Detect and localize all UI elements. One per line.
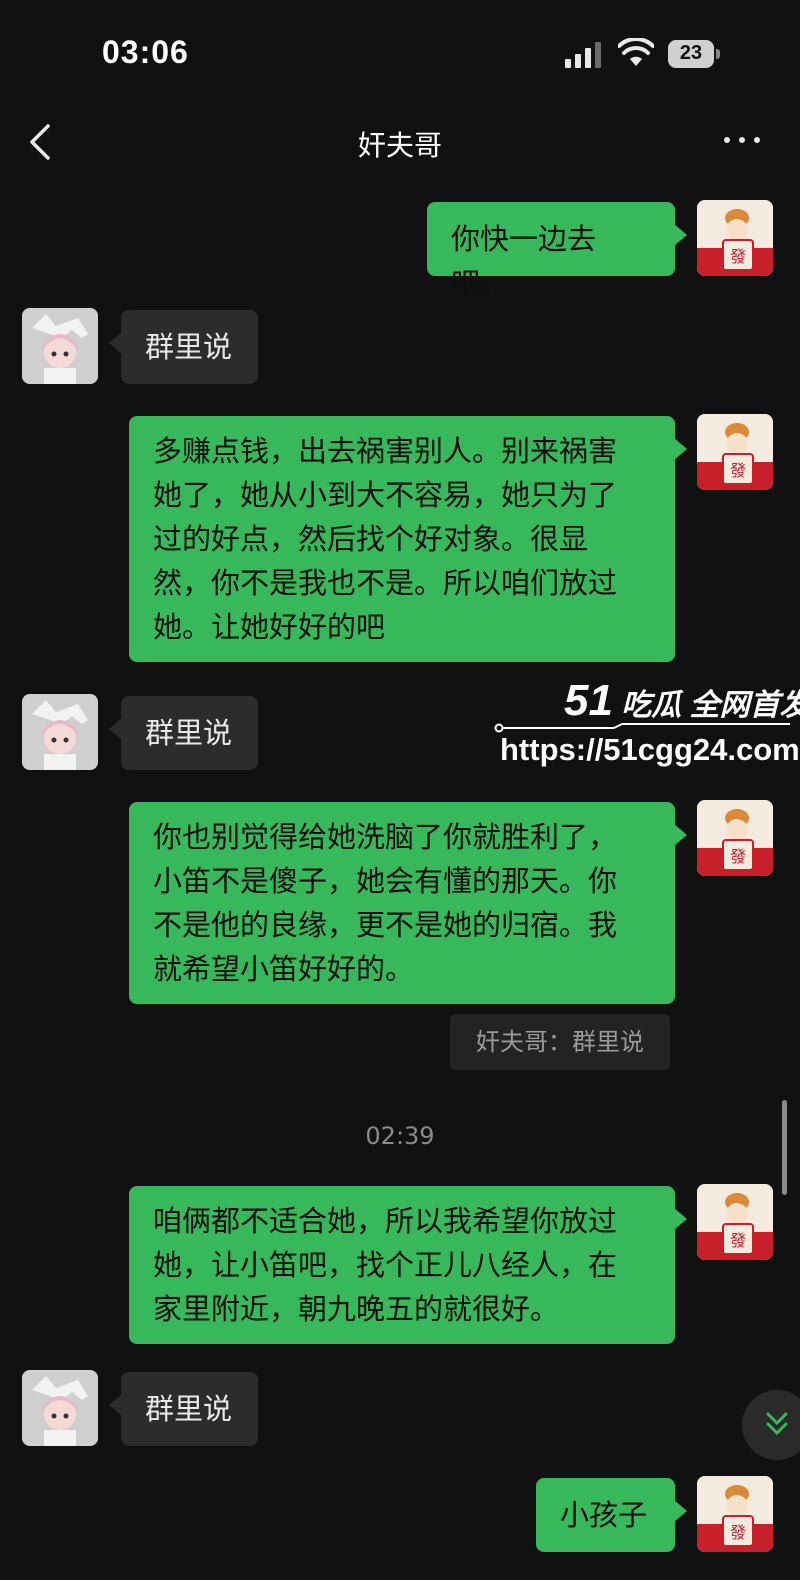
battery-level: 23 (679, 42, 703, 64)
quoted-reply[interactable]: 奸夫哥：群里说 (450, 1014, 670, 1070)
watermark-url: https://51cgg24.com (500, 732, 800, 767)
message-line: 就希望小笛好好的。 (153, 952, 415, 986)
scroll-down-icon (766, 1412, 788, 1436)
contact-avatar[interactable] (22, 308, 98, 384)
contact-avatar-cartoon-icon (22, 1370, 98, 1446)
outgoing-message[interactable]: 你快一边去吧。 (427, 202, 687, 300)
wifi-icon (618, 38, 654, 66)
watermark-brand-number: 51 (564, 676, 613, 725)
message-line: 过的好点，然后找个好对象。很显 (153, 522, 589, 556)
contact-avatar-cartoon-icon (22, 308, 98, 384)
message-line: 她了，她从小到大不容易，她只为了 (153, 478, 618, 512)
user-avatar-fortune-icon: 發 (697, 1184, 773, 1260)
incoming-message[interactable]: 群里说 (109, 1372, 258, 1446)
message-line: 然，你不是我也不是。所以咱们放过 (153, 566, 618, 600)
message-line: 她，让小笛吧，找个正儿八经人，在 (153, 1248, 618, 1282)
incoming-message[interactable]: 群里说 (109, 310, 258, 384)
message-line: 多赚点钱，出去祸害别人。别来祸害 (153, 434, 618, 468)
svg-text:發: 發 (730, 1231, 746, 1250)
signal-icon (565, 42, 601, 68)
user-avatar[interactable]: 發 (697, 1476, 773, 1552)
user-avatar[interactable]: 發 (697, 414, 773, 490)
message-line: 群里说 (145, 1392, 233, 1426)
message-line: 小笛不是傻子，她会有懂的那天。你 (153, 864, 618, 898)
message-line: 家里附近，朝九晚五的就很好。 (153, 1292, 560, 1326)
svg-text:發: 發 (730, 247, 746, 266)
contact-avatar[interactable] (22, 1370, 98, 1446)
chat-message-list[interactable]: 你快一边去吧。 發 群里说 多赚点钱，出去祸害别人。别来祸害 她了，她从小到大不… (0, 180, 800, 1580)
user-avatar-fortune-icon: 發 (697, 200, 773, 276)
incoming-message[interactable]: 群里说 (109, 696, 258, 770)
message-line: 咱俩都不适合她，所以我希望你放过 (153, 1204, 618, 1238)
user-avatar[interactable]: 發 (697, 200, 773, 276)
outgoing-message[interactable]: 你也别觉得给她洗脑了你就胜利了， 小笛不是傻子，她会有懂的那天。你 不是他的良缘… (129, 802, 687, 1004)
scrollbar[interactable] (782, 1100, 787, 1195)
watermark-brand-text: 吃瓜 全网首发 (621, 689, 800, 722)
svg-text:發: 發 (730, 847, 746, 866)
contact-avatar-cartoon-icon (22, 694, 98, 770)
outgoing-message[interactable]: 咱俩都不适合她，所以我希望你放过 她，让小笛吧，找个正儿八经人，在 家里附近，朝… (129, 1186, 687, 1344)
status-time: 03:06 (102, 34, 189, 70)
user-avatar[interactable]: 發 (697, 800, 773, 876)
user-avatar-fortune-icon: 發 (697, 1476, 773, 1552)
user-avatar[interactable]: 發 (697, 1184, 773, 1260)
message-line: 你也别觉得给她洗脑了你就胜利了， (153, 820, 618, 854)
message-line: 小孩子 (560, 1498, 648, 1532)
chat-title: 奸夫哥 (357, 129, 442, 162)
svg-text:發: 發 (730, 461, 746, 480)
message-line: 她。让她好好的吧 (153, 610, 386, 644)
message-line: 群里说 (145, 330, 233, 364)
watermark: 51 吃瓜 全网首发 https://51cgg24.com (494, 676, 800, 776)
message-line: 群里说 (145, 716, 233, 750)
user-avatar-fortune-icon: 發 (697, 800, 773, 876)
status-bar: 03:06 23 (0, 0, 800, 110)
more-dots-icon[interactable] (722, 128, 762, 148)
svg-text:發: 發 (730, 1523, 746, 1542)
message-line: 不是他的良缘，更不是她的归宿。我 (153, 908, 618, 942)
message-line: 你快一边去吧。 (451, 222, 597, 300)
watermark-brand: 51 吃瓜 全网首发 (564, 676, 800, 726)
message-timestamp: 02:39 (365, 1122, 435, 1150)
outgoing-message[interactable]: 多赚点钱，出去祸害别人。别来祸害 她了，她从小到大不容易，她只为了 过的好点，然… (129, 416, 687, 662)
contact-avatar[interactable] (22, 694, 98, 770)
chat-header: 奸夫哥 (0, 110, 800, 180)
scroll-to-bottom-button[interactable] (742, 1390, 800, 1460)
battery-icon: 23 (668, 40, 720, 68)
user-avatar-fortune-icon: 發 (697, 414, 773, 490)
outgoing-message[interactable]: 小孩子 (536, 1478, 687, 1552)
